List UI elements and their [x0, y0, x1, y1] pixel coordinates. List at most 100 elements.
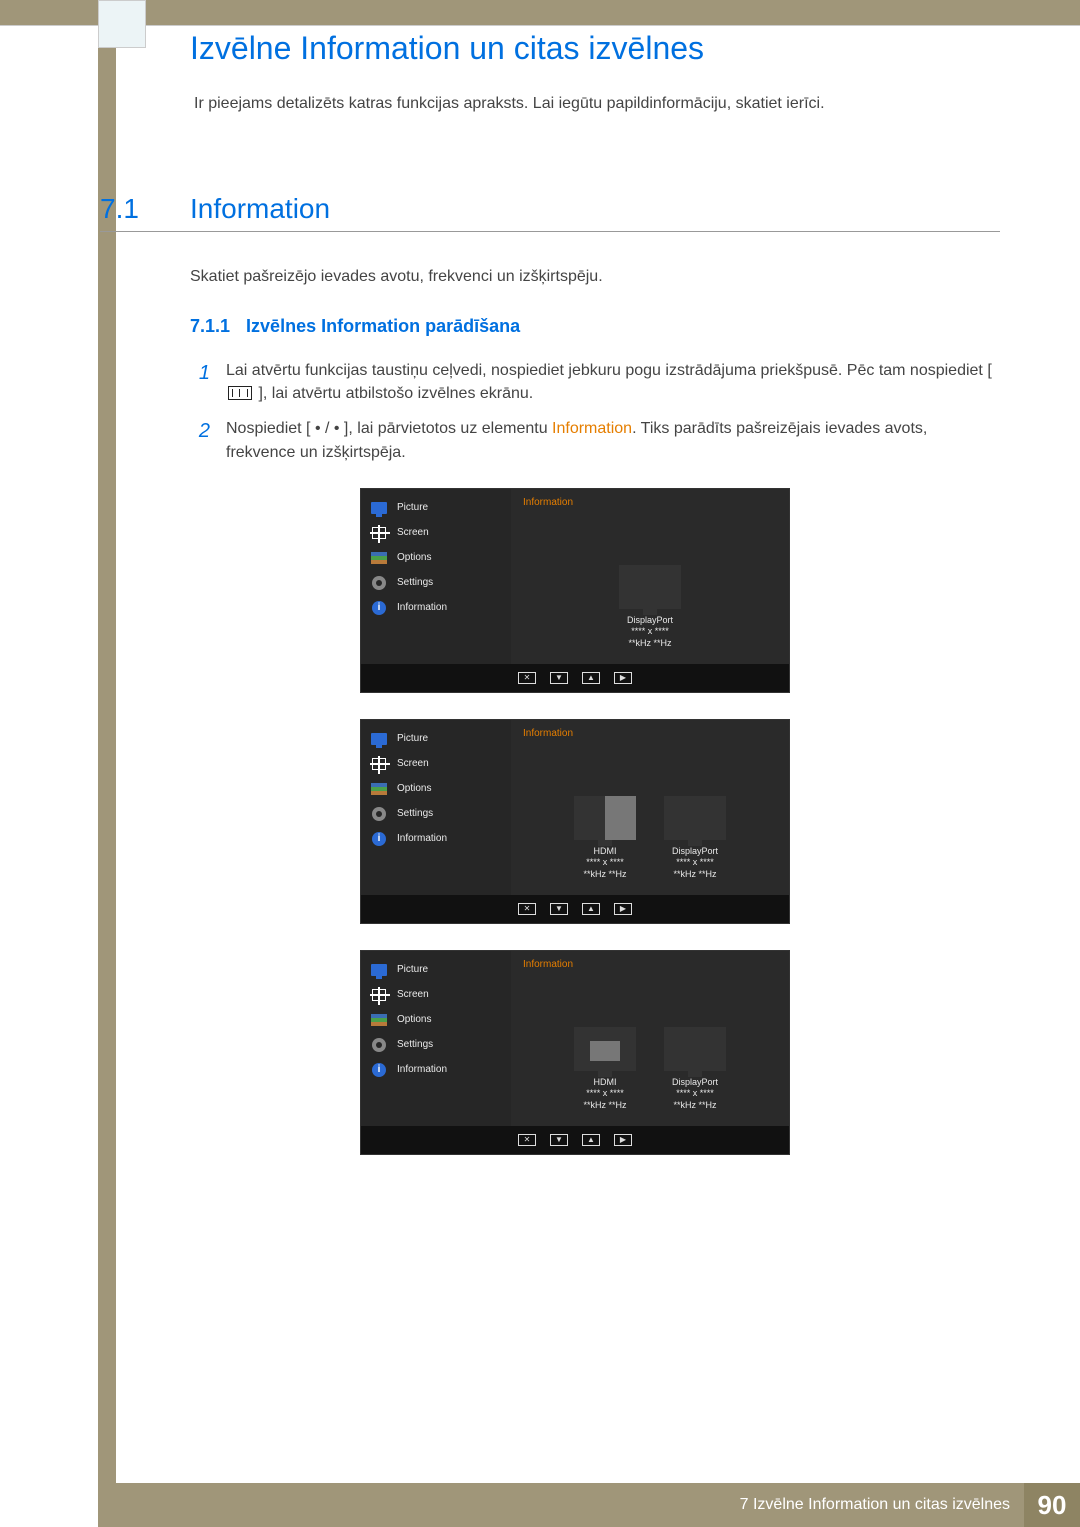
- osd-sidebar-item[interactable]: Settings: [371, 807, 501, 821]
- osd-sidebar-label: Settings: [397, 808, 433, 819]
- monitor-icon: [619, 565, 681, 609]
- section-heading: 7.1 Information: [100, 193, 1000, 232]
- osd-screenshot: Picture Screen Options Settings i Information…: [360, 719, 790, 924]
- options-icon: [371, 782, 387, 796]
- osd-nav-button[interactable]: ▶: [614, 672, 632, 684]
- osd-sidebar-label: Screen: [397, 527, 429, 538]
- osd-sidebar-item[interactable]: i Information: [371, 1063, 501, 1077]
- osd-sidebar-label: Information: [397, 833, 447, 844]
- osd-sidebar-item[interactable]: Screen: [371, 988, 501, 1002]
- top-stripe: [0, 0, 1080, 26]
- osd-nav-button[interactable]: ✕: [518, 672, 536, 684]
- osd-sidebar-item[interactable]: Options: [371, 551, 501, 565]
- osd-info-panel: HDMI**** x ******kHz **Hz: [574, 796, 636, 881]
- osd-sidebar-label: Settings: [397, 1039, 433, 1050]
- osd-info-panel: HDMI**** x ******kHz **Hz: [574, 1027, 636, 1112]
- monitor-icon: [574, 1027, 636, 1071]
- osd-sidebar-label: Picture: [397, 502, 428, 513]
- osd-sidebar: Picture Screen Options Settings i Information: [361, 489, 511, 664]
- screen-icon: [371, 988, 387, 1002]
- monitor-icon: [664, 1027, 726, 1071]
- osd-sidebar-item[interactable]: Picture: [371, 501, 501, 515]
- osd-nav-bar: ✕ ▼ ▲ ▶: [361, 895, 789, 923]
- osd-frequency: **kHz **Hz: [583, 1100, 626, 1112]
- picture-icon: [371, 501, 387, 515]
- osd-main: InformationHDMI**** x ******kHz **HzDisp…: [511, 951, 789, 1126]
- subsection-title: Izvēlnes Information parādīšana: [246, 316, 520, 337]
- osd-sidebar-label: Settings: [397, 577, 433, 588]
- osd-nav-button[interactable]: ✕: [518, 1134, 536, 1146]
- osd-resolution: **** x ****: [586, 1088, 624, 1100]
- osd-frequency: **kHz **Hz: [673, 869, 716, 881]
- osd-nav-button[interactable]: ▼: [550, 903, 568, 915]
- osd-sidebar-label: Options: [397, 1014, 431, 1025]
- osd-heading: Information: [523, 497, 777, 508]
- osd-nav-button[interactable]: ✕: [518, 903, 536, 915]
- osd-source-name: DisplayPort: [627, 615, 673, 627]
- osd-panels: HDMI**** x ******kHz **HzDisplayPort****…: [523, 743, 777, 885]
- intro-text: Ir pieejams detalizēts katras funkcijas …: [194, 95, 1000, 113]
- osd-sidebar-label: Information: [397, 1064, 447, 1075]
- options-icon: [371, 1013, 387, 1027]
- footer-text: 7 Izvēlne Information un citas izvēlnes: [740, 1496, 1010, 1514]
- footer-bar: 7 Izvēlne Information un citas izvēlnes …: [98, 1483, 1080, 1527]
- osd-nav-button[interactable]: ▲: [582, 903, 600, 915]
- chapter-title: Izvēlne Information un citas izvēlnes: [190, 30, 1000, 67]
- highlight-text: Information: [552, 420, 632, 437]
- osd-source-name: DisplayPort: [672, 846, 718, 858]
- osd-screenshot: Picture Screen Options Settings i Information…: [360, 488, 790, 693]
- picture-icon: [371, 732, 387, 746]
- osd-sidebar-item[interactable]: i Information: [371, 832, 501, 846]
- osd-sidebar-item[interactable]: Options: [371, 1013, 501, 1027]
- osd-sidebar-label: Options: [397, 552, 431, 563]
- osd-sidebar-item[interactable]: Settings: [371, 576, 501, 590]
- osd-sidebar: Picture Screen Options Settings i Information: [361, 951, 511, 1126]
- osd-info-panel: DisplayPort**** x ******kHz **Hz: [664, 796, 726, 881]
- screen-icon: [371, 526, 387, 540]
- osd-sidebar-item[interactable]: Screen: [371, 526, 501, 540]
- osd-source-name: HDMI: [594, 846, 617, 858]
- step-body: Nospiediet [ • / • ], lai pārvietotos uz…: [226, 417, 1000, 463]
- osd-source-name: DisplayPort: [672, 1077, 718, 1089]
- osd-nav-button[interactable]: ▼: [550, 1134, 568, 1146]
- settings-icon: [371, 576, 387, 590]
- osd-nav-button[interactable]: ▶: [614, 903, 632, 915]
- step-number: 2: [190, 417, 210, 463]
- osd-nav-bar: ✕ ▼ ▲ ▶: [361, 1126, 789, 1154]
- osd-screenshot: Picture Screen Options Settings i Information…: [360, 950, 790, 1155]
- osd-sidebar-item[interactable]: Settings: [371, 1038, 501, 1052]
- osd-resolution: **** x ****: [676, 1088, 714, 1100]
- osd-heading: Information: [523, 728, 777, 739]
- section-body: Skatiet pašreizējo ievades avotu, frekve…: [190, 268, 1000, 286]
- section-title: Information: [190, 193, 330, 225]
- menu-button-icon: [228, 386, 252, 400]
- osd-frequency: **kHz **Hz: [583, 869, 626, 881]
- info-icon: i: [371, 601, 387, 615]
- osd-nav-button[interactable]: ▶: [614, 1134, 632, 1146]
- osd-frequency: **kHz **Hz: [673, 1100, 716, 1112]
- osd-main: InformationDisplayPort**** x ******kHz *…: [511, 489, 789, 664]
- osd-nav-button[interactable]: ▼: [550, 672, 568, 684]
- osd-sidebar: Picture Screen Options Settings i Information: [361, 720, 511, 895]
- subsection-heading: 7.1.1 Izvēlnes Information parādīšana: [190, 316, 1000, 337]
- osd-resolution: **** x ****: [586, 857, 624, 869]
- picture-icon: [371, 963, 387, 977]
- osd-sidebar-item[interactable]: Options: [371, 782, 501, 796]
- osd-sidebar-label: Screen: [397, 989, 429, 1000]
- osd-resolution: **** x ****: [676, 857, 714, 869]
- step: 2 Nospiediet [ • / • ], lai pārvietotos u…: [190, 417, 1000, 463]
- corner-box: [98, 0, 146, 48]
- section-number: 7.1: [100, 193, 190, 225]
- info-icon: i: [371, 1063, 387, 1077]
- subsection-number: 7.1.1: [190, 316, 230, 337]
- osd-nav-button[interactable]: ▲: [582, 1134, 600, 1146]
- osd-sidebar-item[interactable]: i Information: [371, 601, 501, 615]
- osd-sidebar-item[interactable]: Screen: [371, 757, 501, 771]
- osd-sidebar-label: Information: [397, 602, 447, 613]
- info-icon: i: [371, 832, 387, 846]
- osd-sidebar-item[interactable]: Picture: [371, 732, 501, 746]
- osd-sidebar-item[interactable]: Picture: [371, 963, 501, 977]
- monitor-icon: [664, 796, 726, 840]
- osd-nav-button[interactable]: ▲: [582, 672, 600, 684]
- osd-sidebar-label: Screen: [397, 758, 429, 769]
